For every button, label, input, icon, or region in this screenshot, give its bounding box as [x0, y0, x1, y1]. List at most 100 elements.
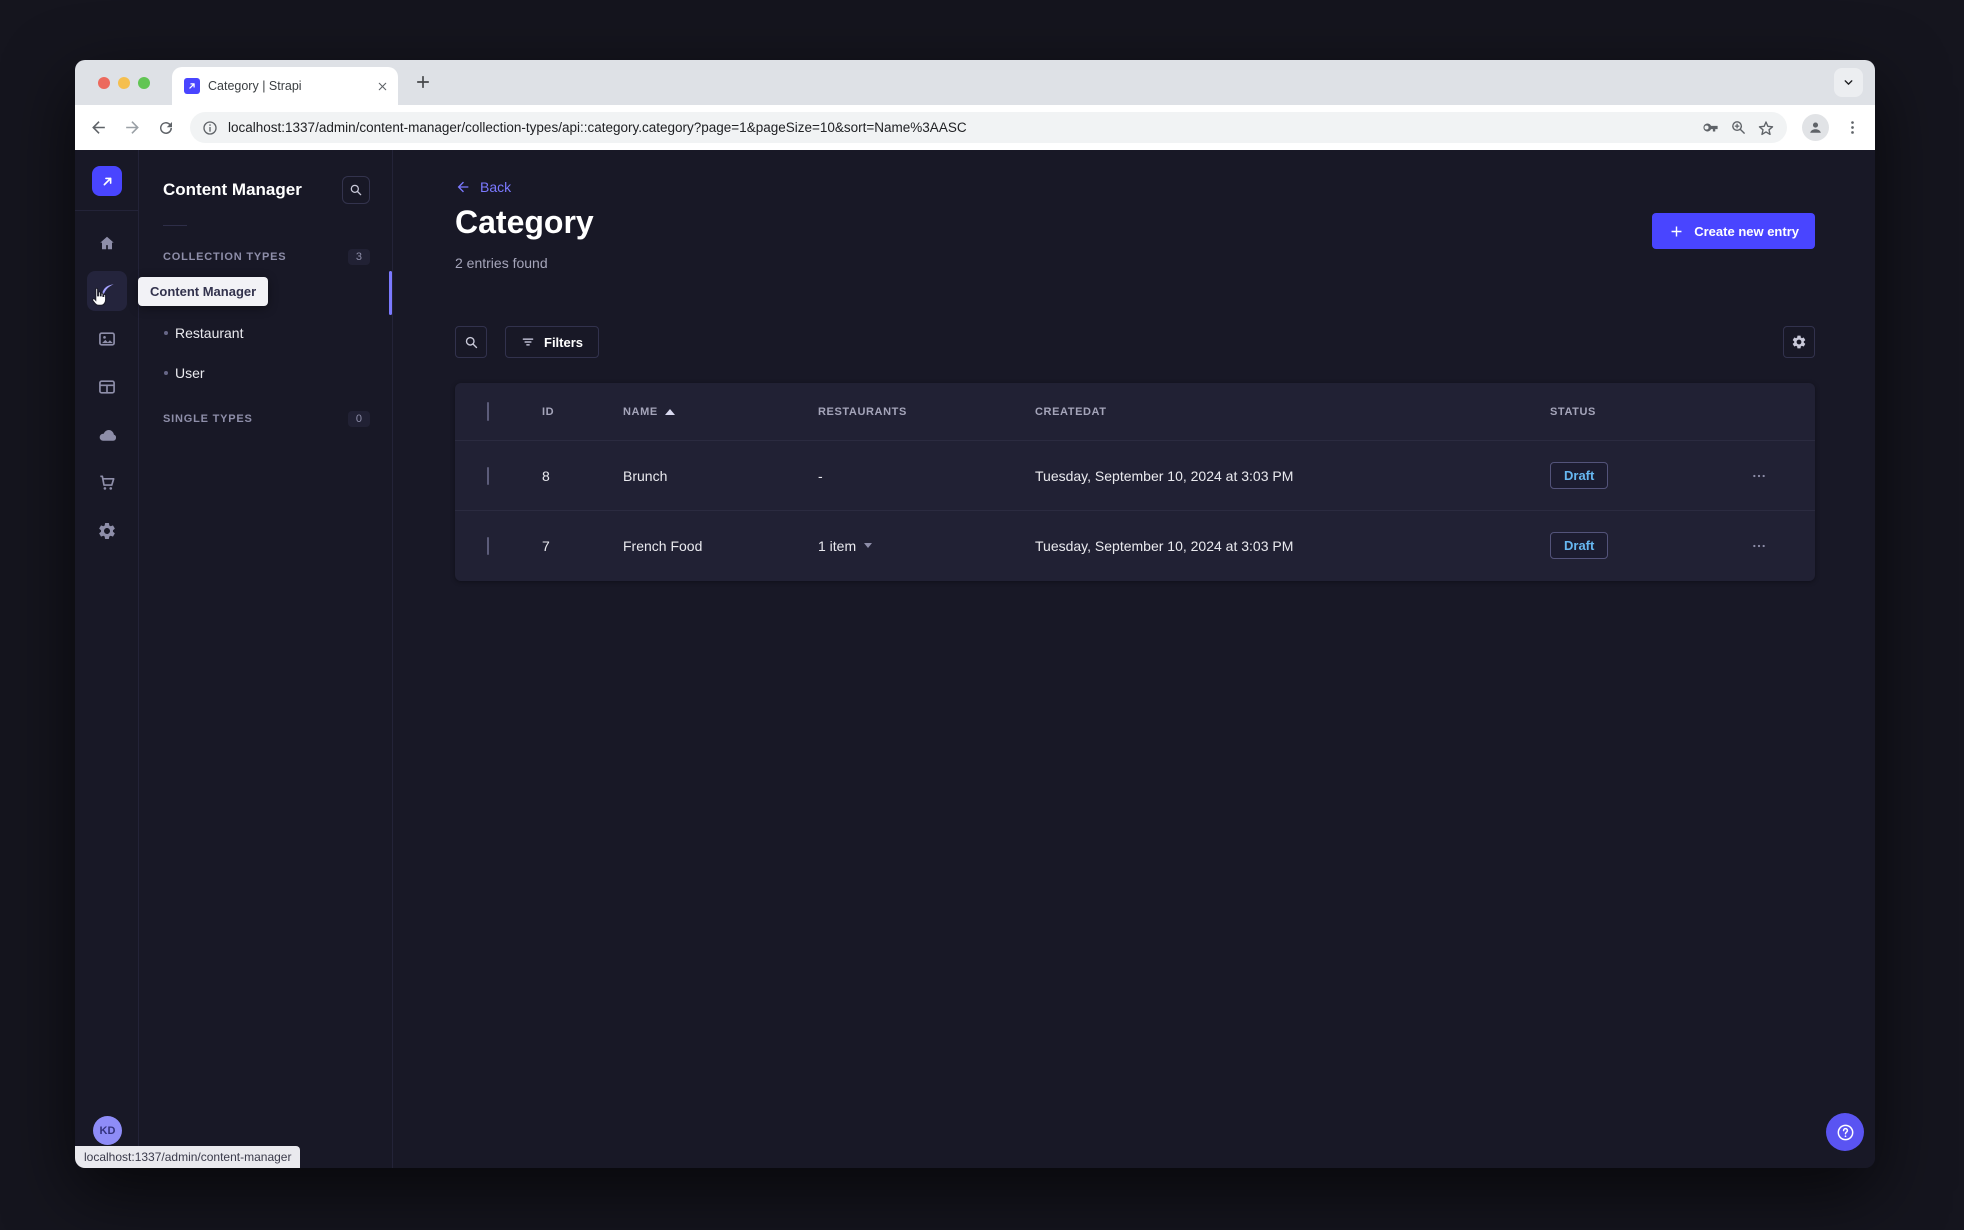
- page-title: Category: [455, 204, 594, 240]
- new-tab-button[interactable]: [413, 72, 433, 92]
- cell-id: 8: [542, 467, 550, 484]
- user-avatar[interactable]: KD: [93, 1116, 122, 1145]
- tab-close-icon[interactable]: [377, 81, 388, 92]
- subnav-search-button[interactable]: [342, 176, 370, 204]
- main-content: Back Category 2 entries found Create new…: [393, 150, 1875, 1168]
- bookmark-star-icon[interactable]: [1757, 119, 1775, 137]
- mouse-cursor-icon: [88, 286, 110, 308]
- zoom-window-button[interactable]: [138, 77, 150, 89]
- cell-createdat: Tuesday, September 10, 2024 at 3:03 PM: [1035, 467, 1294, 484]
- sort-asc-icon: [664, 408, 675, 415]
- filters-label: Filters: [544, 334, 584, 350]
- row-checkbox[interactable]: [487, 536, 489, 555]
- question-icon: [1837, 1124, 1853, 1140]
- sidebar-item-label: Restaurant: [175, 325, 244, 341]
- content-type-builder-icon[interactable]: [87, 367, 127, 407]
- collection-types-label: COLLECTION TYPES: [163, 251, 287, 263]
- address-bar[interactable]: localhost:1337/admin/content-manager/col…: [190, 112, 1787, 143]
- browser-profile-avatar[interactable]: [1802, 114, 1829, 141]
- cell-restaurants: -: [818, 467, 823, 484]
- single-types-section: SINGLE TYPES 0: [139, 411, 392, 427]
- chevron-down-icon: [864, 543, 873, 548]
- table-row[interactable]: 7 French Food 1 item Tuesday, September …: [455, 510, 1815, 580]
- url-text[interactable]: localhost:1337/admin/content-manager/col…: [228, 120, 1691, 135]
- plus-icon: [1671, 226, 1682, 236]
- browser-tab[interactable]: Category | Strapi: [172, 67, 398, 105]
- row-checkbox[interactable]: [487, 466, 489, 485]
- browser-menu-kebab-icon[interactable]: [1844, 119, 1861, 136]
- select-all-checkbox[interactable]: [487, 401, 489, 421]
- strapi-favicon-icon: [184, 78, 200, 94]
- column-header-id[interactable]: ID: [542, 406, 623, 418]
- column-header-createdat[interactable]: CREATEDAT: [1035, 406, 1550, 418]
- close-window-button[interactable]: [98, 77, 110, 89]
- rail-divider: [75, 210, 139, 211]
- strapi-admin-app: KD Content Manager COLLECTION TYPES 3 Ca…: [75, 150, 1875, 1168]
- column-header-status[interactable]: STATUS: [1550, 406, 1751, 418]
- cell-name: Brunch: [623, 467, 668, 484]
- back-label: Back: [480, 179, 512, 195]
- tab-title: Category | Strapi: [208, 79, 302, 93]
- filters-button[interactable]: Filters: [505, 326, 600, 358]
- sidebar-item-label: User: [175, 365, 205, 381]
- reload-icon[interactable]: [157, 119, 175, 137]
- cell-id: 7: [542, 537, 550, 554]
- back-icon[interactable]: [89, 118, 108, 137]
- ellipsis-icon: [1753, 544, 1765, 547]
- column-header-name[interactable]: NAME: [623, 406, 818, 418]
- subnav-divider: [163, 225, 187, 226]
- cell-name: French Food: [623, 537, 703, 554]
- entries-count: 2 entries found: [455, 255, 548, 271]
- back-link[interactable]: Back: [455, 179, 511, 195]
- cloud-deploy-icon[interactable]: [87, 415, 127, 455]
- restaurants-count-label: 1 item: [818, 537, 857, 554]
- collection-types-count-badge: 3: [347, 249, 370, 265]
- single-types-label: SINGLE TYPES: [163, 413, 253, 425]
- gear-icon: [1792, 335, 1806, 349]
- home-icon[interactable]: [87, 223, 127, 263]
- status-badge: Draft: [1550, 462, 1609, 489]
- sidebar-item-user[interactable]: User: [139, 353, 392, 393]
- filter-icon: [521, 335, 535, 349]
- media-library-icon[interactable]: [87, 319, 127, 359]
- view-settings-button[interactable]: [1783, 326, 1815, 358]
- bullet-icon: [164, 331, 168, 335]
- browser-window: Category | Strapi localhost:1337/admin/c…: [75, 60, 1875, 1168]
- search-icon: [465, 336, 477, 348]
- filter-row: Filters: [455, 326, 1815, 358]
- table-header-row: ID NAME RESTAURANTS CREATEDAT STATUS: [455, 383, 1815, 440]
- password-key-icon[interactable]: [1701, 118, 1720, 137]
- traffic-lights: [98, 77, 150, 89]
- entries-table: ID NAME RESTAURANTS CREATEDAT STATUS 8 B…: [455, 383, 1815, 581]
- row-actions-menu[interactable]: [1751, 538, 1783, 554]
- zoom-page-icon[interactable]: [1730, 119, 1747, 136]
- cell-createdat: Tuesday, September 10, 2024 at 3:03 PM: [1035, 537, 1294, 554]
- marketplace-cart-icon[interactable]: [87, 463, 127, 503]
- forward-icon[interactable]: [123, 118, 142, 137]
- table-row[interactable]: 8 Brunch - Tuesday, September 10, 2024 a…: [455, 440, 1815, 510]
- sidebar-item-restaurant[interactable]: Restaurant: [139, 313, 392, 353]
- link-statusbar: localhost:1337/admin/content-manager: [75, 1146, 301, 1168]
- help-button[interactable]: [1826, 1113, 1864, 1151]
- create-new-entry-label: Create new entry: [1694, 223, 1799, 239]
- row-actions-menu[interactable]: [1751, 468, 1783, 484]
- single-types-count-badge: 0: [347, 411, 370, 427]
- status-badge: Draft: [1550, 532, 1609, 559]
- ellipsis-icon: [1753, 474, 1765, 477]
- strapi-logo[interactable]: [92, 166, 122, 196]
- subnav-title: Content Manager: [163, 180, 302, 199]
- minimize-window-button[interactable]: [118, 77, 130, 89]
- cell-restaurants-dropdown[interactable]: 1 item: [818, 538, 1035, 554]
- create-new-entry-button[interactable]: Create new entry: [1652, 213, 1815, 249]
- arrow-left-icon: [457, 181, 469, 193]
- table-search-button[interactable]: [455, 326, 487, 358]
- site-info-icon[interactable]: [202, 120, 218, 136]
- column-header-restaurants[interactable]: RESTAURANTS: [818, 406, 1035, 418]
- browser-toolbar: localhost:1337/admin/content-manager/col…: [75, 105, 1875, 150]
- settings-gear-icon[interactable]: [87, 511, 127, 551]
- bullet-icon: [164, 371, 168, 375]
- tab-strip: Category | Strapi: [75, 60, 1875, 105]
- content-manager-tooltip: Content Manager: [138, 277, 269, 306]
- tab-search-chevron-button[interactable]: [1834, 68, 1863, 97]
- collection-types-section: COLLECTION TYPES 3: [139, 249, 392, 265]
